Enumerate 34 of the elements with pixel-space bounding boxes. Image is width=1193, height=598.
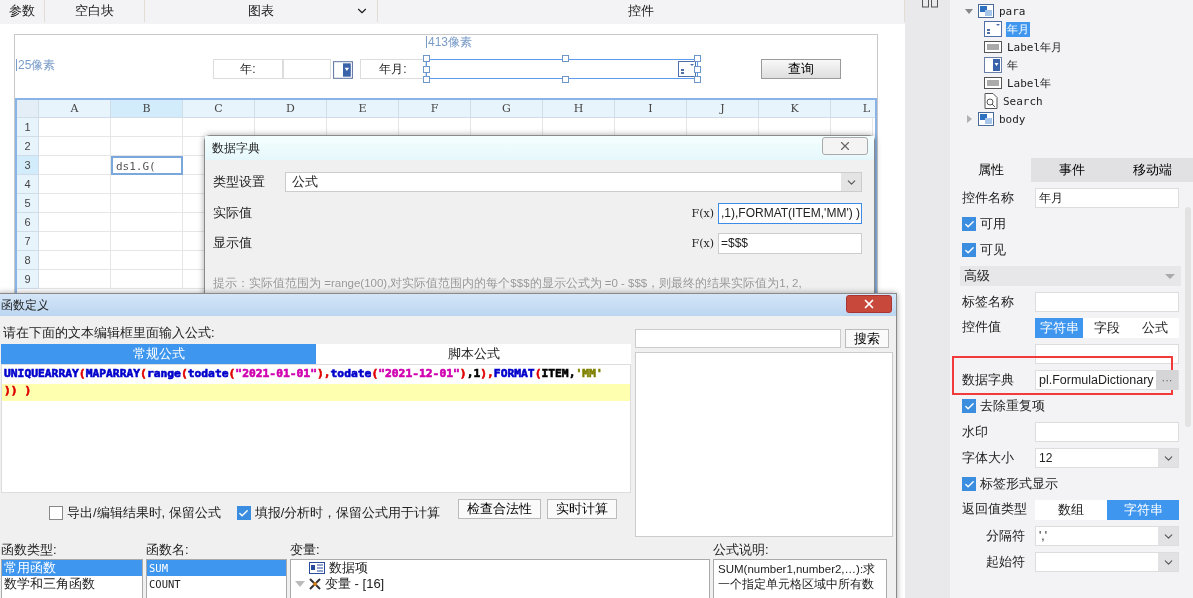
property-label: 控件名称: [962, 189, 1015, 207]
property-label: 数据字典: [962, 371, 1015, 389]
description-text: SUM(number1,number2,…):求一个指定单元格区域中所有数: [713, 559, 887, 598]
toolbar-group-label: 参数: [9, 2, 35, 20]
dialog-title: 数据字典: [212, 139, 260, 157]
toolbar-group-label: 控件: [628, 2, 654, 20]
field-label: 显示值: [213, 234, 253, 252]
column-title: 变量:: [290, 541, 321, 559]
checkbox-label: 去除重复项: [980, 397, 1045, 415]
checkbox-label: 可用: [980, 215, 1006, 233]
hint-text: 提示：实际值范围为 =range(100),对实际值范围内的每个$$$的显示公式为 =0 - $$$，则最终的结果实际值为1, 2,: [213, 276, 803, 291]
property-label: 分隔符: [986, 527, 1026, 545]
property-label: 字体大小: [962, 449, 1015, 467]
field-label: 类型设置: [213, 173, 266, 191]
column-title: 公式说明:: [713, 541, 770, 559]
checkbox-label: 导出/编辑结果时, 保留公式: [67, 504, 221, 522]
property-label: 水印: [962, 423, 989, 441]
property-label: 返回值类型: [962, 500, 1028, 518]
parameter-label: 年:: [213, 59, 283, 79]
toolbar-group-label: 图表: [248, 2, 274, 20]
checkbox-label: 可见: [980, 241, 1006, 259]
prompt-text: 请在下面的文本编辑框里面输入公式:: [2, 324, 216, 340]
toolbar-group-label: 空白块: [75, 2, 114, 20]
height-note: 25像素: [16, 59, 56, 71]
column-title: 函数类型:: [1, 541, 58, 559]
checkbox-label: 填报/分析时，保留公式用于计算: [254, 504, 441, 522]
field-label: 实际值: [213, 204, 253, 222]
property-label: 标签名称: [962, 293, 1015, 311]
property-label: 起始符: [986, 553, 1026, 571]
checkbox-label: 标签形式显示: [980, 475, 1058, 493]
property-label: 控件值: [962, 318, 1002, 336]
column-title: 函数名:: [146, 541, 190, 559]
dialog-title: 函数定义: [1, 296, 49, 314]
width-note: 413像素: [426, 36, 473, 48]
